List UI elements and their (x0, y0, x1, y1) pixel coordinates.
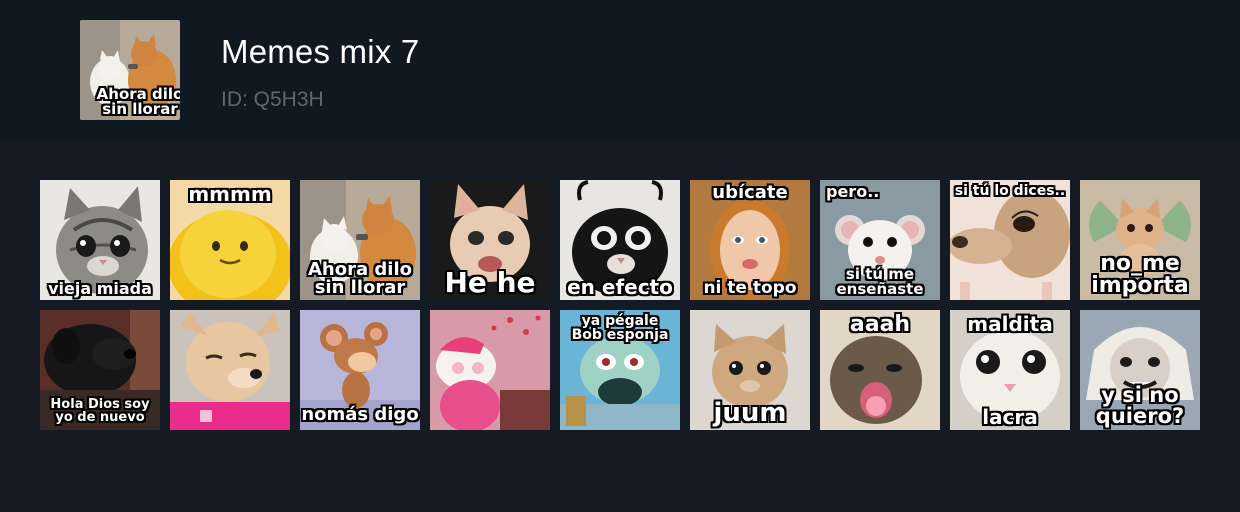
sticker-si-tu-lo-dices[interactable]: si tú lo dices.. (950, 180, 1070, 300)
sticker-grid: vieja miada mmmm Ahora dilo sin llorar H… (40, 180, 1200, 430)
sticker-no-me-importa[interactable]: no_me importa (1080, 180, 1200, 300)
sticker-caption-bottom: Hola Dios soy yo de nuevo (50, 397, 150, 425)
sticker-pero[interactable]: pero.. si tú me enseñaste (820, 180, 940, 300)
sticker-caption-top: ubícate (712, 182, 788, 203)
sticker-hola-dios[interactable]: Hola Dios soy yo de nuevo (40, 310, 160, 430)
pack-id: ID: Q5H3H (221, 88, 324, 111)
sticker-caption-bottom: lacra (982, 405, 1038, 429)
sticker-y-si-no-quiero[interactable]: y si no quiero? (1080, 310, 1200, 430)
sticker-caption-top: aaah (849, 312, 911, 337)
sticker-juum[interactable]: juum (690, 310, 810, 430)
sticker-vieja-miada[interactable]: vieja miada (40, 180, 160, 300)
sticker-caption-bottom: y si no quiero? (1095, 383, 1185, 428)
sticker-hello-kitty[interactable] (430, 310, 550, 430)
thumbnail-caption: Ahora dilo sin llorar (96, 85, 180, 118)
sticker-nomas-digo[interactable]: nomás digo (300, 310, 420, 430)
sticker-aaah[interactable]: aaah (820, 310, 940, 430)
sticker-caption-bottom: juum (713, 398, 787, 428)
sticker-caption-bottom: He he (444, 266, 536, 299)
pack-title: Memes mix 7 (221, 33, 420, 70)
sticker-maldita-lacra[interactable]: maldita lacra (950, 310, 1070, 430)
sticker-caption-top: mmmm (188, 182, 272, 206)
sticker-caption-bottom: nomás digo (301, 404, 419, 425)
sticker-en-efecto[interactable]: en efecto (560, 180, 680, 300)
sticker-caption-top: si tú lo dices.. (954, 183, 1066, 199)
pink-cat-character-image (430, 310, 550, 430)
sticker-ya-pegale[interactable]: ya pégale Bob esponja (560, 310, 680, 430)
chihuahua-image (170, 310, 290, 430)
pack-thumbnail: Ahora dilo sin llorar (80, 20, 180, 120)
sticker-caption-bottom: en efecto (567, 275, 673, 299)
sticker-caption-top: ya pégale Bob esponja (571, 313, 669, 343)
sticker-caption-top: maldita (967, 312, 1053, 336)
sticker-he-he[interactable]: He he (430, 180, 550, 300)
sticker-caption-bottom: ni te topo (703, 278, 797, 298)
sticker-ubicate[interactable]: ubícate ni te topo (690, 180, 810, 300)
pack-header: Ahora dilo sin llorar Memes mix 7 ID: Q5… (0, 0, 1240, 141)
sticker-caption-top: pero.. (826, 182, 880, 201)
sticker-caption-bottom: si tú me enseñaste (836, 265, 924, 298)
sticker-caption-bottom: no_me importa (1091, 251, 1189, 298)
sticker-caption-bottom: Ahora dilo sin llorar (308, 259, 412, 298)
sticker-ahora-dilo[interactable]: Ahora dilo sin llorar (300, 180, 420, 300)
sticker-caption-bottom: vieja miada (48, 279, 152, 298)
sticker-mmmm[interactable]: mmmm (170, 180, 290, 300)
sticker-chihuahua[interactable] (170, 310, 290, 430)
